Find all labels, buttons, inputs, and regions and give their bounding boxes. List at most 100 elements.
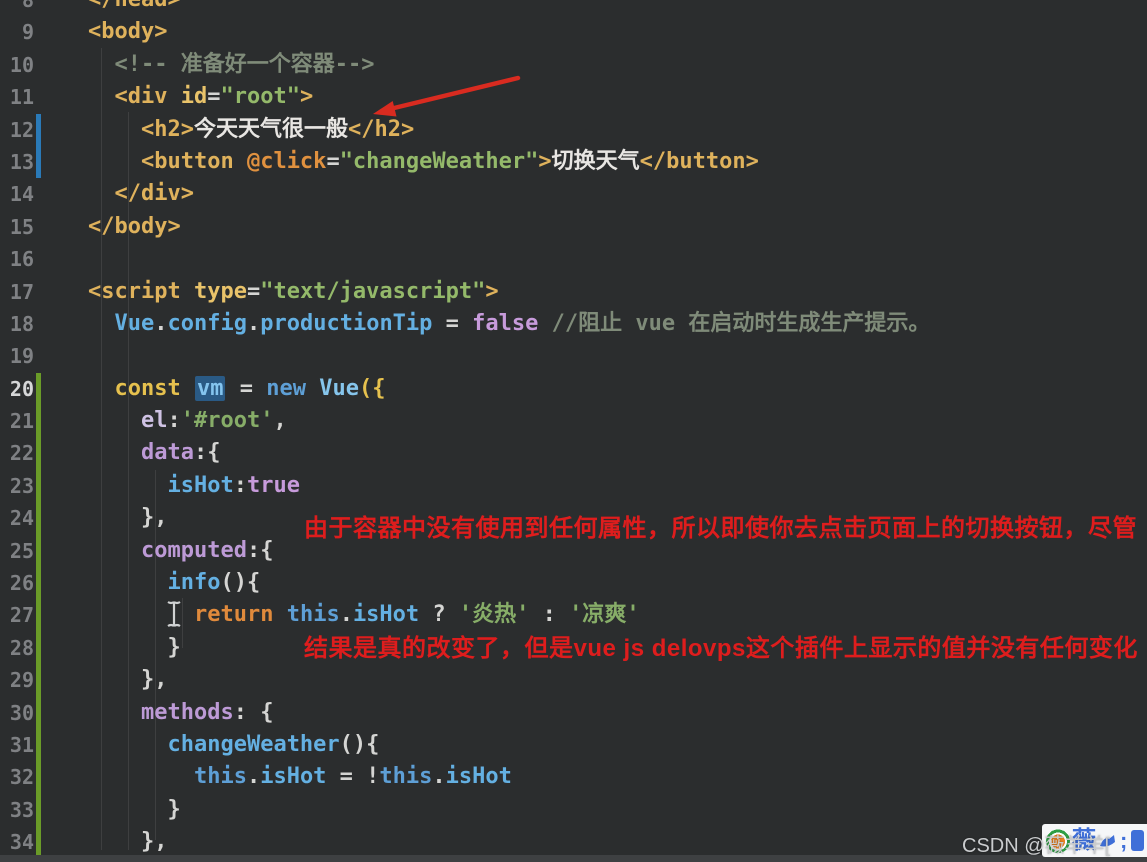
code-line[interactable]: 9 <body> [0,16,1147,48]
code-token: . [432,764,446,790]
gutter-added-indicator [36,372,41,406]
code-token: "changeWeather" [339,148,539,174]
code-line[interactable]: 15 </body> [0,211,1147,243]
line-number: 17 [9,279,34,304]
gutter-added-indicator [36,664,41,697]
line-number: 21 [9,409,34,434]
code-text: <!-- 准备好一个容器--> [88,49,1147,81]
code-token: isHot [167,472,234,498]
line-number: 10 [9,52,34,77]
code-line[interactable]: 10 <!-- 准备好一个容器--> [0,49,1147,81]
code-text: <h2>今天天气很一般</h2> [88,114,1147,146]
code-line[interactable]: 19 [0,340,1147,372]
line-number: 24 [9,506,34,531]
gutter-added-indicator [36,631,41,665]
code-text: </head> [88,0,1147,16]
code-token: id [180,84,208,110]
code-token: : [167,408,181,434]
code-token: vm [194,375,226,401]
line-number: 26 [9,571,34,596]
line-number: 33 [9,797,34,822]
code-text: </div> [88,178,1147,210]
gutter-added-indicator [36,567,41,600]
watermark-badge-mark: ; [1120,827,1128,853]
line-number: 20 [9,376,34,401]
code-token: type [193,278,247,304]
code-line[interactable]: 20 const vm = new Vue({ [0,372,1147,406]
code-token: methods [140,699,234,725]
code-line[interactable]: 31 changeWeather(){ [0,728,1147,762]
gutter-added-indicator [36,728,41,762]
code-token: (){ [220,570,261,596]
code-token: <!-- 准备好一个容器--> [114,51,375,77]
code-token: = [326,148,340,174]
line-number: 23 [9,473,34,498]
code-token: data [140,440,194,466]
code-token: , [273,408,287,434]
code-line[interactable]: 8 </head> [0,0,1147,16]
code-token: <h2> [140,116,194,142]
code-token: Vue [114,310,155,336]
line-number: 28 [9,635,34,660]
line-number: 15 [9,214,34,239]
code-text: <div id="root"> [88,81,1147,113]
code-line[interactable]: 11 <div id="root"> [0,81,1147,113]
gutter-added-indicator [36,826,41,859]
code-line[interactable]: 33 } [0,793,1147,827]
code-token: = [432,310,473,336]
code-token: <script [88,278,181,304]
code-line[interactable]: 14 </div> [0,178,1147,210]
code-line[interactable]: 12 <h2>今天天气很一般</h2> [0,113,1147,146]
code-line[interactable]: 18 Vue.config.productionTip = false //阻止… [0,308,1147,340]
code-token: <button [140,148,234,174]
code-text: <button @click="changeWeather">切换天气</but… [88,146,1147,178]
code-token: return [193,602,274,628]
annotation-line-2: 结果是真的改变了，但是vue js delovps这个插件上显示的值并没有任何变… [304,635,1138,662]
code-token: (){ [339,731,380,757]
code-token: "text/javascript" [260,278,486,304]
code-line[interactable]: 17 <script type="text/javascript"> [0,276,1147,308]
gutter-added-indicator [36,534,41,568]
code-token: . [246,310,261,336]
code-token: > [538,148,552,174]
line-number: 11 [9,85,34,110]
line-number: 8 [21,0,34,12]
code-line[interactable]: 32 this.isHot = !this.isHot [0,761,1147,794]
gutter-added-indicator [36,793,41,827]
code-token: 今天天气很一般 [193,116,348,142]
code-token: productionTip [260,310,433,336]
code-token: }, [140,667,168,693]
code-line[interactable]: 16 [0,243,1147,275]
line-number: 12 [9,117,34,142]
annotation-line-1: 由于容器中没有使用到任何属性，所以即使你去点击页面上的切换按钮，尽管 [304,515,1137,542]
code-token: } [167,796,181,822]
code-line[interactable]: 13 <button @click="changeWeather">切换天气</… [0,145,1147,179]
code-editor-screen: { "page": { "background": "#2b2d2e" }, "… [0,0,1147,862]
code-token: this [379,764,433,790]
gutter-modified-indicator [36,113,41,146]
code-token: new [266,375,306,401]
code-token: //阻止 vue 在启动时生成生产提示。 [551,310,931,336]
code-token: '#root' [180,408,274,434]
gutter-added-indicator [36,599,41,632]
code-text: </body> [88,211,1147,243]
code-token: } [167,634,181,660]
